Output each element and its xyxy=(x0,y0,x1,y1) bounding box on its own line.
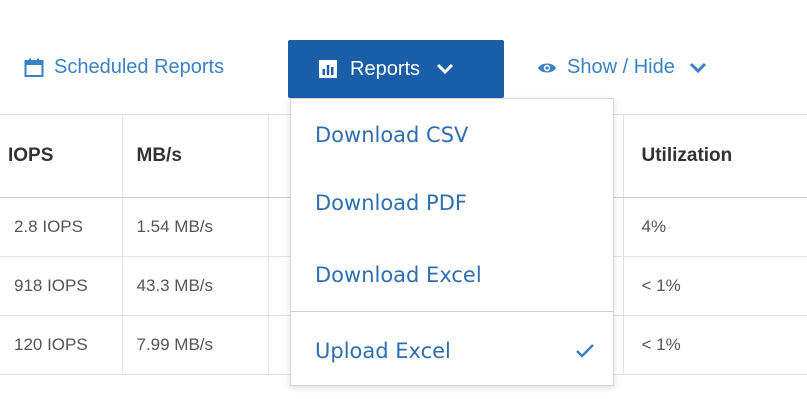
chevron-down-icon xyxy=(436,63,454,75)
reports-button[interactable]: Reports xyxy=(288,40,504,98)
menu-item-download-excel[interactable]: Download Excel xyxy=(291,243,613,307)
menu-item-download-pdf[interactable]: Download PDF xyxy=(291,171,613,235)
cell-iops: 2.8 IOPS xyxy=(0,197,123,257)
show-hide-button[interactable]: Show / Hide xyxy=(537,56,707,79)
menu-item-label: Download CSV xyxy=(315,123,469,147)
cell-iops: 120 IOPS xyxy=(0,315,123,375)
checkmark-icon xyxy=(575,343,595,359)
chevron-down-icon xyxy=(689,62,707,74)
reports-dropdown-menu: Download CSV Download PDF Download Excel… xyxy=(290,98,614,386)
cell-mbs: 1.54 MB/s xyxy=(122,197,269,257)
menu-divider xyxy=(291,311,613,312)
scheduled-reports-button[interactable]: Scheduled Reports xyxy=(24,56,224,79)
menu-item-label: Download PDF xyxy=(315,191,467,215)
cell-utilization: 4% xyxy=(623,197,807,257)
show-hide-label: Show / Hide xyxy=(567,56,675,78)
calendar-icon xyxy=(24,58,44,78)
toolbar: Scheduled Reports Reports Show / Hide xyxy=(0,0,807,100)
eye-icon xyxy=(537,61,557,75)
cell-utilization: < 1% xyxy=(623,256,807,316)
scheduled-reports-label: Scheduled Reports xyxy=(54,56,225,78)
menu-item-upload-excel[interactable]: Upload Excel xyxy=(291,319,613,383)
cell-iops: 918 IOPS xyxy=(0,256,123,316)
cell-mbs: 7.99 MB/s xyxy=(122,315,269,375)
cell-utilization: < 1% xyxy=(623,315,807,375)
menu-item-label: Upload Excel xyxy=(315,339,451,363)
column-header-iops[interactable]: IOPS xyxy=(0,114,123,198)
reports-label: Reports xyxy=(350,57,421,80)
column-header-mbs[interactable]: MB/s xyxy=(122,114,269,198)
column-header-utilization[interactable]: Utilization xyxy=(623,114,807,198)
cell-mbs: 43.3 MB/s xyxy=(122,256,269,316)
bar-chart-icon xyxy=(318,59,338,79)
menu-item-download-csv[interactable]: Download CSV xyxy=(291,103,613,167)
menu-item-label: Download Excel xyxy=(315,263,482,287)
